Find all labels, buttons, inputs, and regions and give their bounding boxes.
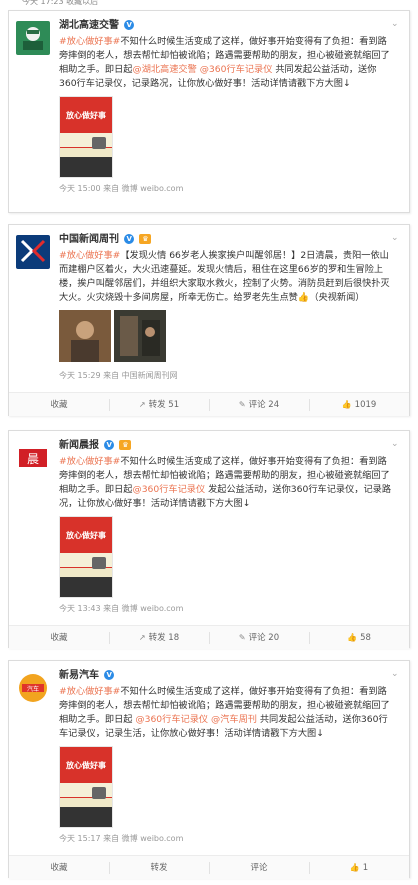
mention-link[interactable]: @360行车记录仪	[200, 64, 273, 75]
mention-link[interactable]: @360行车记录仪	[135, 714, 208, 725]
news-photo[interactable]	[59, 310, 111, 362]
promo-image[interactable]: 放心做好事	[59, 746, 113, 828]
post-text: #放心做好事#不知什么时候生活变成了这样，做好事开始变得有了负担：看到路旁摔倒的…	[59, 685, 391, 741]
verified-icon: V	[124, 20, 135, 30]
post-text: #放心做好事#不知什么时候生活变成了这样，做好事开始变得有了负担：看到路旁摔倒的…	[59, 455, 391, 511]
chevron-down-icon[interactable]: ⌄	[391, 670, 401, 679]
hashtag-link[interactable]: #放心做好事#	[59, 456, 120, 467]
mention-link[interactable]: @湖北高速交警	[133, 64, 197, 75]
post-actions: 收藏 ↗ 转发 51 ✎ 评论 24 👍 1019	[9, 392, 409, 416]
chevron-down-icon[interactable]: ⌄	[391, 440, 401, 449]
comment-button[interactable]: 评论	[209, 856, 309, 879]
news-photo[interactable]	[114, 310, 166, 362]
hashtag-link[interactable]: #放心做好事#	[59, 686, 120, 697]
promo-image[interactable]: 放心做好事	[59, 516, 113, 598]
svg-text:晨: 晨	[27, 452, 39, 466]
avatar[interactable]	[16, 235, 50, 269]
promo-title: 放心做好事	[60, 97, 112, 133]
account-name[interactable]: 中国新闻周刊	[59, 233, 119, 247]
account-name[interactable]: 湖北高速交警	[59, 19, 119, 33]
repost-button[interactable]: 转发	[109, 856, 209, 879]
promo-image[interactable]: 放心做好事	[59, 96, 113, 178]
camera-icon	[92, 787, 106, 799]
thumbs-up-icon: 👍	[349, 863, 360, 872]
chevron-down-icon[interactable]: ⌄	[391, 20, 401, 29]
repost-icon: ↗	[138, 633, 146, 642]
mention-link[interactable]: @汽车周刊	[211, 714, 257, 725]
camera-icon	[92, 137, 106, 149]
like-button[interactable]: 👍 1	[309, 856, 409, 879]
post-meta: 今天 15:29 来自 中国新闻周刊网	[59, 371, 178, 380]
weibo-post: ⌄ 湖北高速交警 V #放心做好事#不知什么时候生活变成了这样，做好事开始变得有…	[8, 10, 410, 213]
avatar[interactable]	[16, 21, 50, 55]
thumbs-up-icon: 👍	[347, 633, 358, 642]
post-meta: 今天 15:17 来自 微博 weibo.com	[59, 834, 184, 843]
previous-post-fragment: 今天 17:23 收藏以后	[22, 0, 99, 6]
favorite-button[interactable]: 收藏	[9, 393, 109, 416]
favorite-button[interactable]: 收藏	[9, 626, 109, 649]
comment-icon: ✎	[238, 633, 246, 642]
account-name[interactable]: 新闻晨报	[59, 439, 99, 453]
verified-icon: V	[104, 670, 115, 680]
repost-icon: ↗	[138, 400, 146, 409]
weibo-post: 汽车 ⌄ 新易汽车 V #放心做好事#不知什么时候生活变成了这样，做好事开始变得…	[8, 660, 410, 879]
weibo-post: 晨 ⌄ 新闻晨报 V ♛ #放心做好事#不知什么时候生活变成了这样，做好事开始变…	[8, 430, 410, 649]
hashtag-link[interactable]: #放心做好事#	[59, 36, 120, 47]
repost-button[interactable]: ↗ 转发 51	[109, 393, 209, 416]
post-actions: 收藏 ↗ 转发 18 ✎ 评论 20 👍 58	[9, 625, 409, 649]
comment-button[interactable]: ✎ 评论 24	[209, 393, 309, 416]
post-meta: 今天 15:00 来自 微博 weibo.com	[59, 184, 184, 193]
repost-button[interactable]: ↗ 转发 18	[109, 626, 209, 649]
member-crown-icon: ♛	[139, 234, 152, 244]
camera-icon	[92, 557, 106, 569]
like-button[interactable]: 👍 58	[309, 626, 409, 649]
member-crown-icon: ♛	[119, 440, 132, 450]
hashtag-link[interactable]: #放心做好事#	[59, 250, 120, 261]
verified-icon: V	[124, 234, 135, 244]
comment-icon: ✎	[238, 400, 246, 409]
post-text: #放心做好事#【发现火情 66岁老人挨家挨户叫醒邻居！】2日清晨，贵阳一依山而建…	[59, 249, 391, 305]
svg-text:汽车: 汽车	[27, 685, 39, 693]
chevron-down-icon[interactable]: ⌄	[391, 234, 401, 243]
post-meta: 今天 13:43 来自 微博 weibo.com	[59, 604, 184, 613]
mention-link[interactable]: @360行车记录仪	[133, 484, 206, 495]
promo-title: 放心做好事	[60, 517, 112, 553]
account-name[interactable]: 新易汽车	[59, 669, 99, 683]
verified-icon: V	[104, 440, 115, 450]
avatar[interactable]: 汽车	[16, 671, 50, 705]
like-button[interactable]: 👍 1019	[309, 393, 409, 416]
favorite-button[interactable]: 收藏	[9, 856, 109, 879]
weibo-post: ⌄ 中国新闻周刊 V ♛ #放心做好事#【发现火情 66岁老人挨家挨户叫醒邻居！…	[8, 224, 410, 416]
post-text: #放心做好事#不知什么时候生活变成了这样，做好事开始变得有了负担：看到路旁摔倒的…	[59, 35, 391, 91]
promo-title: 放心做好事	[60, 747, 112, 783]
comment-button[interactable]: ✎ 评论 20	[209, 626, 309, 649]
thumbs-up-icon: 👍	[341, 400, 352, 409]
post-actions: 收藏 转发 评论 👍 1	[9, 855, 409, 879]
avatar[interactable]: 晨	[16, 441, 50, 475]
